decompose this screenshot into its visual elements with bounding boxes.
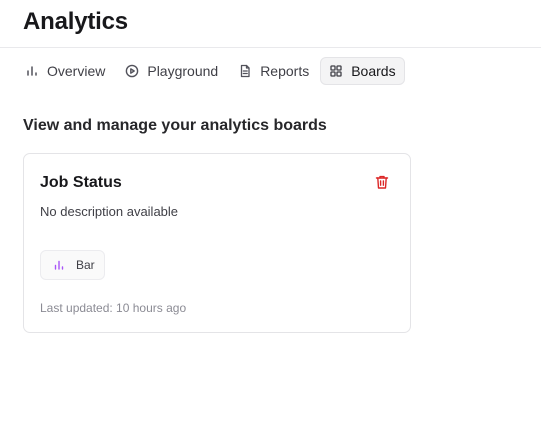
tab-label: Reports xyxy=(260,63,310,79)
bar-chart-icon xyxy=(25,64,39,78)
chart-type-label: Bar xyxy=(76,258,95,272)
tab-playground[interactable]: Playground xyxy=(116,57,227,85)
section-heading: View and manage your analytics boards xyxy=(23,117,327,134)
tab-bar: Overview Playground Reports Boards xyxy=(16,57,405,85)
document-icon xyxy=(238,64,252,78)
tab-label: Overview xyxy=(47,63,106,79)
chart-type-badge: Bar xyxy=(40,250,105,280)
play-circle-icon xyxy=(125,64,139,78)
last-updated: Last updated: 10 hours ago xyxy=(40,301,187,315)
trash-icon[interactable] xyxy=(374,174,390,190)
tab-overview[interactable]: Overview xyxy=(16,57,114,85)
board-card[interactable]: Job Status No description available Bar … xyxy=(23,153,411,333)
tab-reports[interactable]: Reports xyxy=(229,57,318,85)
board-title: Job Status xyxy=(40,174,122,191)
grid-icon xyxy=(329,64,343,78)
bar-chart-icon xyxy=(53,259,65,271)
tab-boards[interactable]: Boards xyxy=(320,57,405,85)
header-divider xyxy=(0,47,541,48)
analytics-page: Analytics Overview Playground Reports Bo… xyxy=(0,0,541,441)
page-title: Analytics xyxy=(23,8,128,35)
board-description: No description available xyxy=(40,204,179,219)
tab-label: Playground xyxy=(147,63,219,79)
tab-label: Boards xyxy=(351,63,396,79)
